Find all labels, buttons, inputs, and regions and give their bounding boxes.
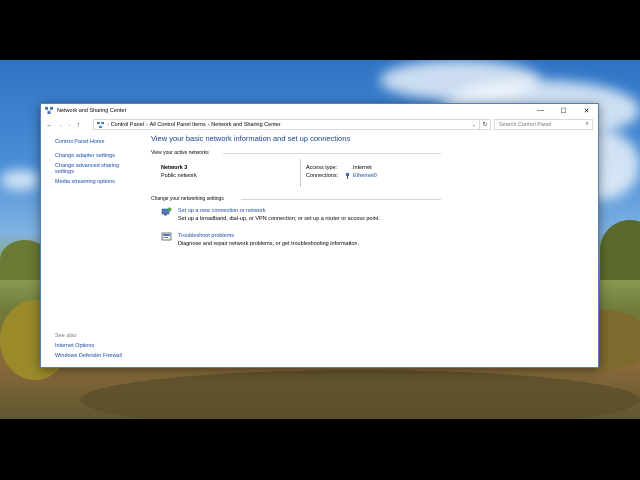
control-panel-icon — [97, 121, 104, 128]
active-networks-label: View your active networks — [151, 150, 209, 156]
maximize-icon: ☐ — [560, 107, 567, 115]
network-setup-icon — [161, 207, 172, 216]
see-also-section: See also Internet Options Windows Defend… — [55, 333, 122, 363]
breadcrumb-network-sharing-center[interactable]: Network and Sharing Center — [211, 122, 280, 128]
network-name: Network 3 — [161, 165, 188, 171]
breadcrumb-separator-icon: › — [107, 121, 109, 128]
control-panel-home-link[interactable]: Control Panel Home — [55, 139, 145, 146]
address-bar[interactable]: › Control Panel › All Control Panel Item… — [93, 119, 491, 130]
see-also-title: See also — [55, 333, 77, 339]
internet-options-link[interactable]: Internet Options — [55, 343, 122, 350]
breadcrumb-separator-icon[interactable]: › — [146, 122, 148, 128]
troubleshoot-problems-link[interactable]: Troubleshoot problems — [178, 233, 234, 239]
change-adapter-settings-link[interactable]: Change adapter settings — [55, 153, 145, 160]
setup-connection-link[interactable]: Set up a new connection or network — [178, 208, 265, 214]
up-button[interactable]: ↑ — [73, 119, 84, 131]
breadcrumb-all-items[interactable]: All Control Panel Items — [150, 122, 206, 128]
video-letterbox-top — [0, 0, 640, 60]
change-advanced-sharing-link[interactable]: Change advanced sharing settings — [55, 163, 130, 176]
page-title: View your basic network information and … — [151, 134, 351, 143]
search-icon: ⌕ — [585, 121, 589, 127]
networking-settings-label: Change your networking settings — [151, 196, 224, 202]
connections-label: Connections: — [306, 173, 339, 179]
maximize-button[interactable]: ☐ — [552, 104, 575, 117]
section-divider — [241, 199, 441, 200]
troubleshoot-description: Diagnose and repair network problems, or… — [178, 241, 359, 247]
network-type: Public network — [161, 173, 197, 179]
address-dropdown-icon[interactable]: ⌄ — [472, 120, 476, 130]
close-button[interactable]: ✕ — [575, 104, 598, 117]
refresh-icon: ↻ — [482, 122, 488, 128]
search-placeholder: Search Control Panel — [499, 121, 552, 128]
windows-defender-firewall-link[interactable]: Windows Defender Firewall — [55, 353, 122, 360]
ethernet-icon — [346, 173, 349, 179]
up-arrow-icon: ↑ — [76, 121, 81, 129]
forward-arrow-icon: → — [57, 121, 64, 129]
access-type-value: Internet — [353, 165, 372, 171]
video-letterbox-bottom — [0, 419, 640, 480]
recent-locations-button[interactable]: ⌄ — [66, 119, 73, 131]
back-button[interactable]: ← — [44, 119, 55, 131]
ethernet0-link[interactable]: Ethernet0 — [353, 173, 377, 179]
chevron-down-icon: ⌄ — [67, 122, 72, 128]
title-bar[interactable]: Network and Sharing Center — ☐ ✕ — [41, 104, 598, 117]
breadcrumb-separator-icon[interactable]: › — [208, 122, 210, 128]
section-divider — [223, 153, 441, 154]
setup-connection-description: Set up a broadband, dial-up, or VPN conn… — [178, 216, 380, 222]
minimize-icon: — — [537, 107, 544, 114]
minimize-button[interactable]: — — [529, 104, 552, 117]
network-app-icon — [45, 107, 53, 114]
troubleshoot-icon — [161, 232, 172, 241]
navigation-bar: ← → ⌄ ↑ › Control Panel › All Control Pa… — [41, 118, 598, 132]
network-sharing-center-window: Network and Sharing Center — ☐ ✕ ← → ⌄ ↑… — [40, 103, 599, 368]
window-title: Network and Sharing Center — [57, 107, 127, 114]
network-divider — [300, 159, 301, 187]
access-type-label: Access type: — [306, 165, 338, 171]
media-streaming-options-link[interactable]: Media streaming options — [55, 179, 145, 186]
close-icon: ✕ — [583, 107, 590, 115]
forward-button[interactable]: → — [55, 119, 66, 131]
breadcrumb-control-panel[interactable]: Control Panel — [111, 122, 144, 128]
left-task-pane: Control Panel Home Change adapter settin… — [55, 139, 145, 189]
search-input[interactable]: Search Control Panel ⌕ — [494, 119, 593, 130]
back-arrow-icon: ← — [46, 121, 53, 129]
refresh-button[interactable]: ↻ — [479, 119, 491, 130]
